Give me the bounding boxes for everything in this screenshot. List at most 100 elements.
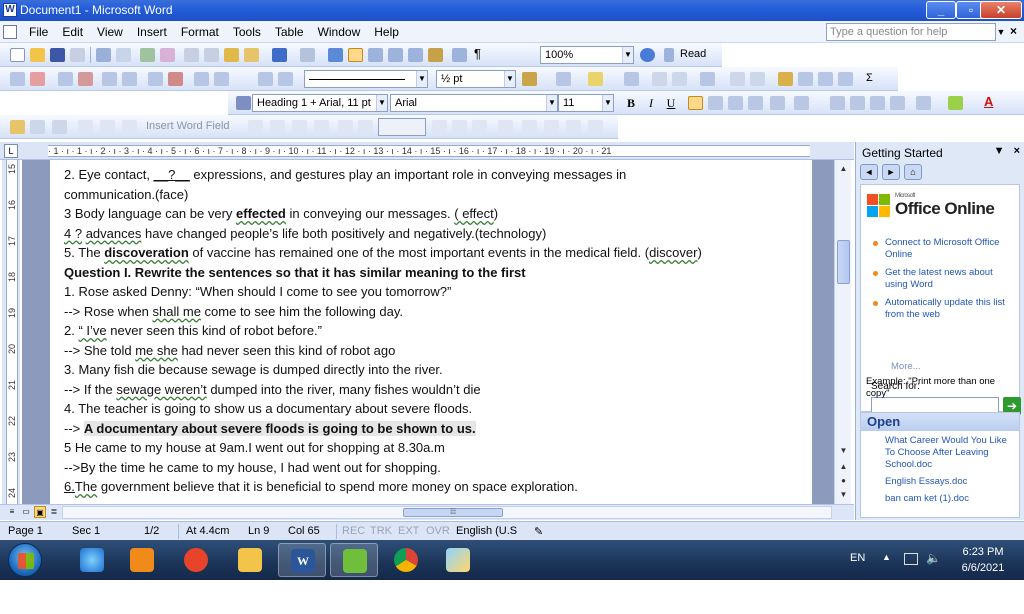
zoom-combo[interactable]: 100% ▼: [540, 46, 634, 64]
menu-edit[interactable]: Edit: [55, 25, 90, 39]
sort-za-icon[interactable]: [838, 72, 853, 86]
draw-borders-icon[interactable]: [258, 72, 273, 86]
main-document-setup-icon[interactable]: [10, 120, 25, 134]
font-combo[interactable]: Arial ▼: [390, 94, 558, 112]
align-right-icon[interactable]: [728, 96, 743, 110]
spelling-icon[interactable]: [140, 48, 155, 62]
justify-icon[interactable]: [748, 96, 763, 110]
help-icon[interactable]: [640, 48, 655, 62]
document-line[interactable]: --> Rose when shall me come to see him t…: [64, 304, 403, 319]
volume-icon[interactable]: 🔈: [926, 551, 941, 565]
document-line[interactable]: 3 Body language can be very effected in …: [64, 206, 498, 221]
internet-explorer-icon[interactable]: [68, 543, 116, 577]
help-search-input[interactable]: Type a question for help: [826, 23, 996, 41]
font-size-combo[interactable]: 11 ▼: [558, 94, 614, 112]
copy-icon[interactable]: [204, 48, 219, 62]
insert-table-icon[interactable]: [368, 48, 383, 62]
paint-icon[interactable]: [434, 543, 482, 577]
split-cells-icon[interactable]: [168, 72, 183, 86]
research-icon[interactable]: [160, 48, 175, 62]
line-spacing-icon[interactable]: [794, 96, 809, 110]
align-center-icon[interactable]: [708, 96, 723, 110]
chevron-down-icon[interactable]: ▼: [376, 95, 387, 111]
normal-view-icon[interactable]: ≡: [6, 506, 18, 518]
bullets-icon[interactable]: [850, 96, 865, 110]
document-line[interactable]: --> She told me she had never seen this …: [64, 343, 395, 358]
underline-button[interactable]: U: [662, 94, 680, 112]
menu-file[interactable]: File: [22, 25, 55, 39]
previous-page-icon[interactable]: ▲: [837, 460, 850, 474]
vertical-scrollbar[interactable]: ▲ ▼ ▲ ● ▼: [834, 160, 851, 504]
menu-view[interactable]: View: [90, 25, 130, 39]
merge-cells-icon[interactable]: [148, 72, 163, 86]
home-icon[interactable]: ⌂: [904, 164, 922, 180]
highlight-icon[interactable]: [948, 96, 963, 110]
status-ext[interactable]: EXT: [398, 525, 419, 537]
chevron-down-icon[interactable]: ▼: [504, 71, 515, 87]
menu-insert[interactable]: Insert: [130, 25, 174, 39]
insert-word-field-button[interactable]: Insert Word Field: [146, 120, 230, 132]
language-indicator[interactable]: EN: [850, 552, 865, 564]
green-app-icon[interactable]: [330, 543, 378, 577]
document-line[interactable]: 3. Many fish die because sewage is dumpe…: [64, 362, 443, 377]
document-line[interactable]: Question I. Rewrite the sentences so tha…: [64, 265, 526, 280]
new-document-icon[interactable]: [10, 48, 25, 62]
document-line[interactable]: -->By the time he came to my house, I ha…: [64, 460, 441, 475]
open-folder-icon[interactable]: [30, 48, 45, 62]
horizontal-scroll-thumb[interactable]: ⁞⁞⁞: [403, 508, 503, 517]
styles-formatting-icon[interactable]: [236, 96, 251, 110]
show-hide-icon[interactable]: ¶: [474, 46, 481, 61]
draw-table-icon[interactable]: [10, 72, 25, 86]
numbering-icon[interactable]: [830, 96, 845, 110]
decrease-indent-icon[interactable]: [870, 96, 885, 110]
outline-view-icon[interactable]: ≣: [48, 506, 60, 518]
chevron-down-icon[interactable]: ▼: [416, 71, 427, 87]
chevron-down-icon[interactable]: ▼: [602, 95, 613, 111]
open-data-source-icon[interactable]: [30, 120, 45, 134]
eraser-table-icon[interactable]: [278, 72, 293, 86]
insert-excel-icon[interactable]: [388, 48, 403, 62]
scroll-up-icon[interactable]: ▲: [837, 162, 850, 176]
scroll-down-icon[interactable]: ▼: [837, 444, 850, 458]
paste-icon[interactable]: [224, 48, 239, 62]
distribute-rows-icon[interactable]: [730, 72, 745, 86]
getting-started-link[interactable]: Automatically update this list from the …: [871, 297, 1017, 321]
borders-icon[interactable]: [916, 96, 931, 110]
eraser-icon[interactable]: [30, 72, 45, 86]
hyperlink-icon[interactable]: [328, 48, 343, 62]
document-map-icon[interactable]: [452, 48, 467, 62]
autosum-icon[interactable]: Σ: [866, 72, 873, 84]
shading-color-icon[interactable]: [588, 72, 603, 86]
document-line[interactable]: 6.The government believe that it is bene…: [64, 479, 578, 494]
getting-started-link[interactable]: Get the latest news about using Word: [871, 267, 1017, 291]
start-button[interactable]: [8, 543, 42, 577]
drawing-icon[interactable]: [428, 48, 443, 62]
forward-icon[interactable]: ►: [882, 164, 900, 180]
back-icon[interactable]: ◄: [860, 164, 878, 180]
menu-help[interactable]: Help: [367, 25, 406, 39]
autofit-icon[interactable]: [214, 72, 229, 86]
save-icon[interactable]: [50, 48, 65, 62]
line-weight-combo[interactable]: ½ pt ▼: [436, 70, 516, 88]
table-autoformat-icon[interactable]: [194, 72, 209, 86]
system-clock[interactable]: 6:23 PM 6/6/2021: [948, 544, 1018, 576]
status-language[interactable]: English (U.S: [456, 525, 517, 537]
record-number-input[interactable]: [378, 118, 426, 136]
word-taskbar-icon[interactable]: W: [278, 543, 326, 577]
cut-icon[interactable]: [184, 48, 199, 62]
network-icon[interactable]: [904, 553, 918, 565]
document-line[interactable]: 4 ? advances have changed people’s life …: [64, 226, 546, 241]
print-layout-icon[interactable]: ▣: [34, 506, 46, 518]
tab-selector[interactable]: L: [4, 144, 18, 158]
document-line[interactable]: --> A documentary about severe floods is…: [64, 420, 476, 436]
split-icon[interactable]: [672, 72, 687, 86]
chevron-down-icon[interactable]: ▼: [546, 95, 557, 111]
merge-icon[interactable]: [652, 72, 667, 86]
sort-ascending-icon[interactable]: [102, 72, 117, 86]
chrome-icon[interactable]: [382, 543, 430, 577]
insert-table-menu-icon[interactable]: [624, 72, 639, 86]
close-document-button[interactable]: ×: [1010, 24, 1017, 38]
document-line[interactable]: 4. The teacher is going to show us a doc…: [64, 401, 472, 416]
document-icon[interactable]: [3, 25, 17, 39]
bold-button[interactable]: B: [622, 94, 640, 112]
